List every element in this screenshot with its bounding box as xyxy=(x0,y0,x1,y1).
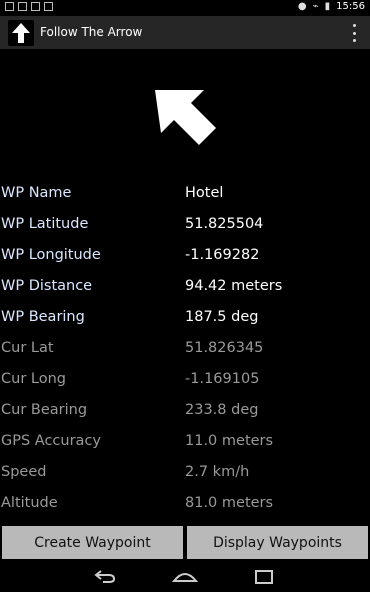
app-title: Follow The Arrow xyxy=(40,25,143,39)
speed-value: 2.7 km/h xyxy=(185,464,250,480)
home-icon[interactable] xyxy=(172,569,198,583)
wp-longitude-value: -1.169282 xyxy=(185,247,260,263)
cur-bearing-value: 233.8 deg xyxy=(185,402,259,418)
wp-name-label: WP Name xyxy=(1,185,72,201)
cur-bearing-row: Cur Bearing 233.8 deg xyxy=(0,400,370,424)
wp-distance-value: 94.42 meters xyxy=(185,278,283,294)
cur-bearing-label: Cur Bearing xyxy=(1,402,88,418)
recent-apps-icon[interactable] xyxy=(253,569,275,585)
wp-latitude-row: WP Latitude 51.825504 xyxy=(0,214,370,238)
wp-latitude-value: 51.825504 xyxy=(185,216,264,232)
no-signal-icon: ⌁ xyxy=(312,1,319,12)
wp-bearing-label: WP Bearing xyxy=(1,309,85,325)
bag-notification-icon xyxy=(31,2,40,11)
altitude-row: Altitude 81.0 meters xyxy=(0,493,370,517)
wp-name-value: Hotel xyxy=(185,185,224,201)
wp-longitude-label: WP Longitude xyxy=(1,247,101,263)
wp-latitude-label: WP Latitude xyxy=(1,216,89,232)
action-bar: Follow The Arrow xyxy=(0,16,370,49)
speed-label: Speed xyxy=(1,464,47,480)
status-bar: ● ⌁ ▮ 15:56 xyxy=(0,0,370,16)
status-time: 15:56 xyxy=(336,1,365,12)
wp-name-row: WP Name Hotel xyxy=(0,183,370,207)
wp-distance-label: WP Distance xyxy=(1,278,93,294)
cur-long-value: -1.169105 xyxy=(185,371,260,387)
cur-long-row: Cur Long -1.169105 xyxy=(0,369,370,393)
wp-distance-row: WP Distance 94.42 meters xyxy=(0,276,370,300)
wp-bearing-value: 187.5 deg xyxy=(185,309,259,325)
cur-long-label: Cur Long xyxy=(1,371,66,387)
location-icon: ● xyxy=(297,1,307,12)
up-arrow-icon[interactable] xyxy=(8,20,34,46)
back-icon[interactable] xyxy=(93,568,117,584)
cur-lat-value: 51.826345 xyxy=(185,340,264,356)
battery-icon: ▮ xyxy=(324,1,331,12)
image-notification-icon xyxy=(5,2,14,11)
direction-arrow-icon xyxy=(130,70,240,180)
cur-lat-label: Cur Lat xyxy=(1,340,54,356)
display-waypoints-button[interactable]: Display Waypoints xyxy=(187,526,368,559)
notification-icons xyxy=(5,2,53,11)
wp-longitude-row: WP Longitude -1.169282 xyxy=(0,245,370,269)
speed-row: Speed 2.7 km/h xyxy=(0,462,370,486)
wp-bearing-row: WP Bearing 187.5 deg xyxy=(0,307,370,331)
cur-lat-row: Cur Lat 51.826345 xyxy=(0,338,370,362)
create-waypoint-button[interactable]: Create Waypoint xyxy=(2,526,183,559)
altitude-value: 81.0 meters xyxy=(185,495,274,511)
gps-accuracy-label: GPS Accuracy xyxy=(1,433,101,449)
bag-notification-icon xyxy=(18,2,27,11)
altitude-label: Altitude xyxy=(1,495,58,511)
overflow-menu-icon[interactable] xyxy=(350,24,358,42)
image-notification-icon xyxy=(44,2,53,11)
gps-accuracy-row: GPS Accuracy 11.0 meters xyxy=(0,431,370,455)
gps-accuracy-value: 11.0 meters xyxy=(185,433,274,449)
navigation-bar xyxy=(0,561,370,592)
